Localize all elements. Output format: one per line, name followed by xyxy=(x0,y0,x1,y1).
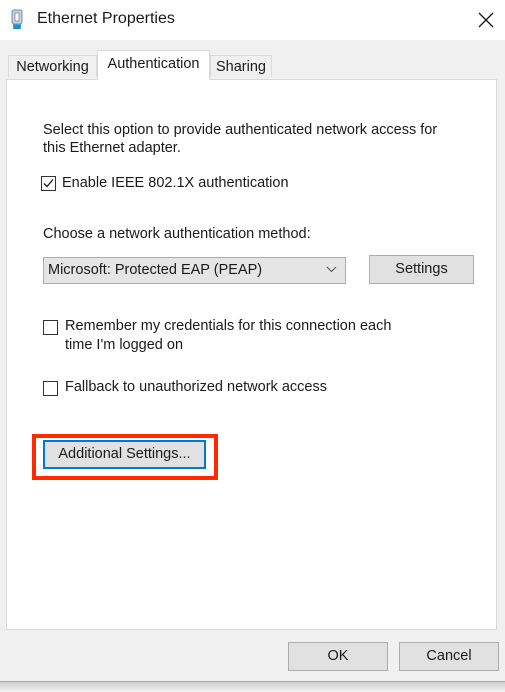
description-line-1: Select this option to provide authentica… xyxy=(43,122,438,138)
enable-8021x-checkbox[interactable] xyxy=(41,176,56,191)
checkmark-icon xyxy=(43,179,54,188)
settings-button[interactable]: Settings xyxy=(369,255,474,284)
selected-method: Microsoft: Protected EAP (PEAP) xyxy=(48,262,263,278)
remember-credentials-label-line-1[interactable]: Remember my credentials for this connect… xyxy=(65,318,391,334)
chevron-down-icon xyxy=(326,266,337,273)
remember-credentials-label-line-2[interactable]: time I'm logged on xyxy=(65,337,183,353)
cancel-button-label: Cancel xyxy=(426,648,472,664)
description-line-2: this Ethernet adapter. xyxy=(43,140,181,156)
additional-settings-button-label: Additional Settings... xyxy=(58,446,191,462)
enable-8021x-label[interactable]: Enable IEEE 802.1X authentication xyxy=(62,175,289,191)
authentication-method-select[interactable]: Microsoft: Protected EAP (PEAP) xyxy=(43,257,346,284)
additional-settings-button[interactable]: Additional Settings... xyxy=(43,440,206,469)
method-label: Choose a network authentication method: xyxy=(43,226,311,242)
fallback-label[interactable]: Fallback to unauthorized network access xyxy=(65,379,327,395)
ok-button-label: OK xyxy=(327,648,349,664)
cancel-button[interactable]: Cancel xyxy=(399,642,499,671)
fallback-checkbox[interactable] xyxy=(43,381,58,396)
ok-button[interactable]: OK xyxy=(288,642,388,671)
remember-credentials-checkbox[interactable] xyxy=(43,320,58,335)
settings-button-label: Settings xyxy=(395,261,448,277)
